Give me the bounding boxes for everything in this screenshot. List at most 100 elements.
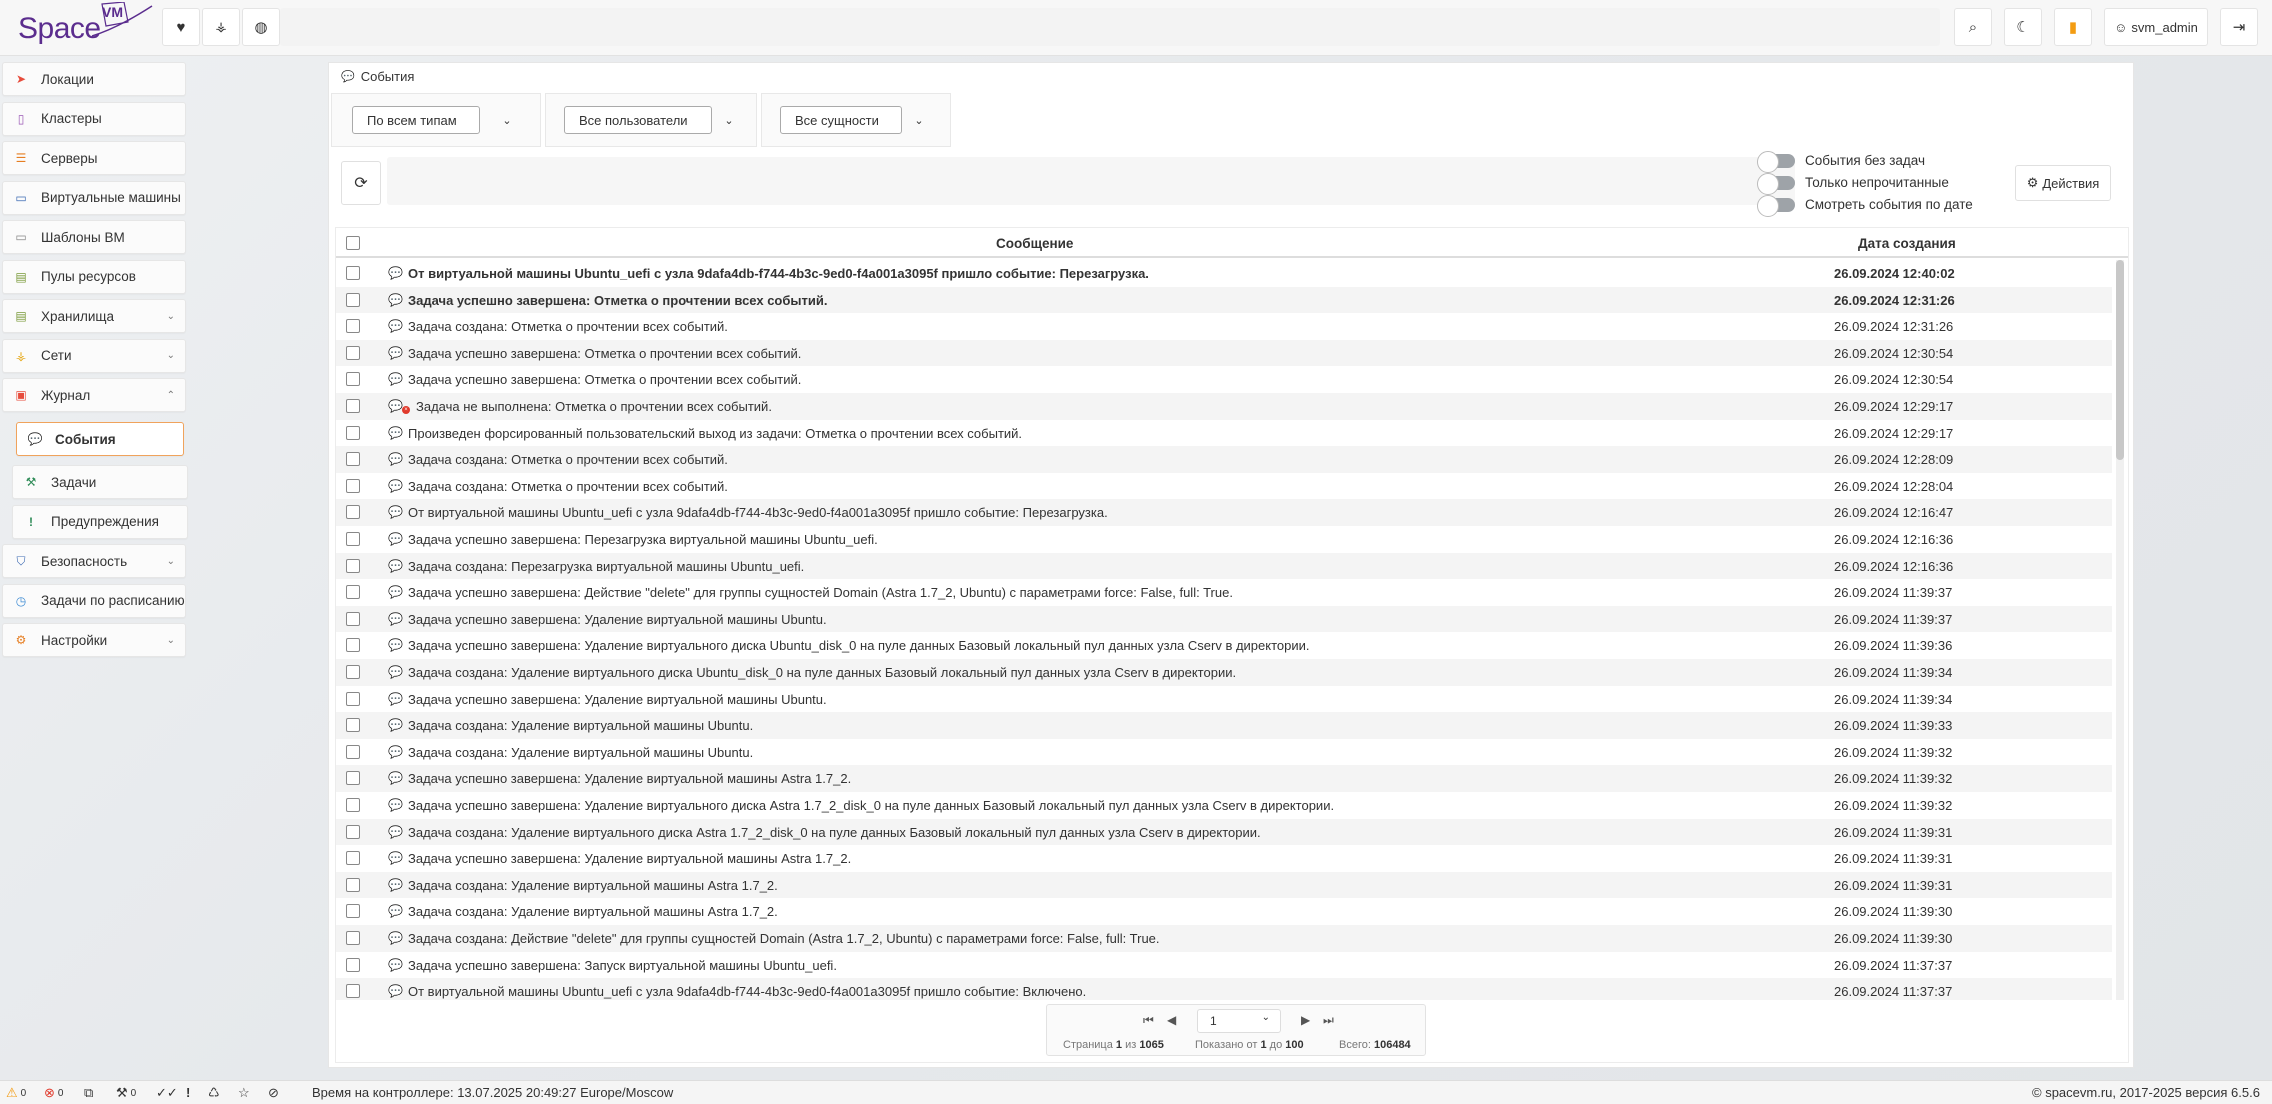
recycle-button[interactable]: ♺ bbox=[208, 1085, 220, 1101]
scrollbar-thumb[interactable] bbox=[2116, 260, 2124, 460]
table-scrollbar[interactable] bbox=[2116, 260, 2124, 1000]
user-menu-button[interactable]: ☺ svm_admin bbox=[2104, 8, 2208, 46]
table-row[interactable]: 💬 От виртуальной машины Ubuntu_uefi с узл… bbox=[336, 499, 2112, 526]
first-page-icon[interactable]: ⏮ bbox=[1143, 1013, 1154, 1028]
event-message[interactable]: Задача создана: Действие "delete" для гр… bbox=[408, 931, 1160, 946]
table-row[interactable]: 💬 Задача успешно завершена: Действие "del… bbox=[336, 579, 2112, 606]
sidebar-item-resource-pools[interactable]: ▤ Пулы ресурсов bbox=[2, 259, 186, 294]
block-button[interactable]: ⊘ bbox=[268, 1085, 279, 1101]
row-checkbox[interactable] bbox=[346, 744, 360, 759]
table-row[interactable]: 💬 Задача создана: Удаление виртуального д… bbox=[336, 818, 2112, 846]
page-select[interactable]: 1 ⌄ bbox=[1197, 1009, 1281, 1033]
table-row[interactable]: 💬 Задача создана: Удаление виртуальной ма… bbox=[336, 712, 2112, 739]
column-header-message[interactable]: Сообщение bbox=[996, 236, 1073, 251]
row-checkbox[interactable] bbox=[346, 638, 360, 653]
event-message[interactable]: Задача успешно завершена: Удаление вирту… bbox=[408, 798, 1334, 813]
row-checkbox[interactable] bbox=[346, 345, 360, 360]
sidebar-item-vm-templates[interactable]: ▭ Шаблоны ВМ bbox=[2, 220, 186, 254]
toggle-switch[interactable] bbox=[1757, 172, 1795, 195]
topology-button[interactable]: ⚶ bbox=[202, 8, 240, 46]
row-checkbox[interactable] bbox=[346, 425, 360, 440]
table-row[interactable]: 💬 Произведен форсированный пользовательск… bbox=[336, 420, 2112, 447]
sidebar-item-vms[interactable]: ▭ Виртуальные машины bbox=[2, 180, 186, 215]
toggle-by-date[interactable]: Смотреть события по дате bbox=[1757, 194, 1973, 217]
event-message[interactable]: Задача создана: Удаление виртуальной маш… bbox=[408, 904, 778, 919]
tasks-indicator[interactable]: ⚒ 0 bbox=[116, 1085, 136, 1101]
table-row[interactable]: 💬 Задача успешно завершена: Удаление вирт… bbox=[336, 792, 2112, 819]
event-message[interactable]: Задача успешно завершена: Отметка о проч… bbox=[408, 372, 801, 387]
event-message[interactable]: Задача создана: Удаление виртуальной маш… bbox=[408, 718, 753, 733]
event-message[interactable]: От виртуальной машины Ubuntu_uefi с узла… bbox=[408, 505, 1108, 520]
sidebar-item-storages[interactable]: ▤ Хранилища ⌄ bbox=[2, 299, 186, 333]
table-row[interactable]: 💬 От виртуальной машины Ubuntu_uefi с узл… bbox=[336, 978, 2112, 1000]
alerts-button[interactable]: ! bbox=[186, 1085, 190, 1100]
sidebar-item-networks[interactable]: ⚶ Сети ⌄ bbox=[2, 338, 186, 373]
select-all-checkbox[interactable] bbox=[346, 236, 360, 250]
sidebar-item-servers[interactable]: ☰ Серверы bbox=[2, 141, 186, 175]
event-message[interactable]: Задача создана: Удаление виртуального ди… bbox=[408, 665, 1236, 680]
row-checkbox[interactable] bbox=[346, 452, 360, 467]
table-row[interactable]: 💬 Задача успешно завершена: Удаление вирт… bbox=[336, 845, 2112, 872]
row-checkbox[interactable] bbox=[346, 931, 360, 945]
event-message[interactable]: Задача успешно завершена: Действие "dele… bbox=[408, 585, 1233, 600]
warnings-indicator[interactable]: ⚠ 0 bbox=[6, 1085, 26, 1101]
table-row[interactable]: 💬 Задача создана: Отметка о прочтении все… bbox=[336, 313, 2112, 340]
row-checkbox[interactable] bbox=[346, 691, 360, 706]
column-header-date[interactable]: Дата создания bbox=[1858, 236, 1956, 251]
entities-filter-select[interactable]: Все сущности bbox=[780, 106, 902, 134]
toggle-switch[interactable] bbox=[1757, 194, 1795, 217]
event-message[interactable]: Задача создана: Удаление виртуальной маш… bbox=[408, 878, 778, 893]
theme-toggle-button[interactable]: ☾ bbox=[2004, 8, 2042, 46]
row-checkbox[interactable] bbox=[346, 904, 360, 919]
sidebar-item-security[interactable]: ⛉ Безопасность ⌄ bbox=[2, 544, 186, 578]
row-checkbox[interactable] bbox=[346, 399, 360, 413]
actions-button[interactable]: ⚙ Действия bbox=[2015, 165, 2111, 201]
table-row[interactable]: 💬 Задача создана: Действие "delete" для г… bbox=[336, 925, 2112, 952]
users-filter-select[interactable]: Все пользователи bbox=[564, 106, 712, 134]
table-row[interactable]: 💬 Задача создана: Удаление виртуальной ма… bbox=[336, 739, 2112, 766]
event-message[interactable]: Задача успешно завершена: Запуск виртуал… bbox=[408, 958, 837, 973]
refresh-button[interactable]: ⟳ bbox=[341, 161, 381, 205]
row-checkbox[interactable] bbox=[346, 957, 360, 972]
errors-indicator[interactable]: ⊗ 0 bbox=[44, 1085, 63, 1101]
event-message[interactable]: От виртуальной машины Ubuntu_uefi с узла… bbox=[408, 266, 1149, 281]
table-row[interactable]: 💬 Задача успешно завершена: Отметка о про… bbox=[336, 339, 2112, 367]
event-message[interactable]: Задача успешно завершена: Удаление вирту… bbox=[408, 771, 851, 786]
toggle-unread-only[interactable]: Только непрочитанные bbox=[1757, 172, 1949, 195]
event-message[interactable]: Задача создана: Удаление виртуальной маш… bbox=[408, 745, 753, 760]
type-filter-toggle[interactable]: ⌄ bbox=[492, 106, 522, 134]
sidebar-item-events[interactable]: 💬 События bbox=[16, 422, 184, 456]
row-checkbox[interactable] bbox=[346, 505, 360, 520]
last-page-icon[interactable]: ⏭ bbox=[1323, 1013, 1334, 1028]
event-message[interactable]: Произведен форсированный пользовательски… bbox=[408, 426, 1022, 441]
sidebar-item-journal[interactable]: ▣ Журнал ⌃ bbox=[2, 378, 186, 412]
table-row[interactable]: 💬 Задача успешно завершена: Перезагрузка … bbox=[336, 526, 2112, 553]
prev-page-icon[interactable]: ◀ bbox=[1167, 1013, 1176, 1027]
toggle-switch[interactable] bbox=[1757, 150, 1795, 173]
sidebar-item-settings[interactable]: ⚙ Настройки ⌄ bbox=[2, 623, 186, 657]
row-checkbox[interactable] bbox=[346, 665, 360, 679]
row-checkbox[interactable] bbox=[346, 611, 360, 626]
event-message[interactable]: Задача создана: Отметка о прочтении всех… bbox=[408, 452, 728, 467]
table-row[interactable]: 💬 Задача успешно завершена: Удаление вирт… bbox=[336, 632, 2112, 659]
table-row[interactable]: 💬 Задача успешно завершена: Удаление вирт… bbox=[336, 686, 2112, 713]
spacevm-logo[interactable]: Space VM bbox=[18, 2, 153, 54]
sidebar-item-locations[interactable]: ➤ Локации bbox=[2, 62, 186, 96]
favorites-button[interactable]: ☆ bbox=[238, 1085, 250, 1101]
copy-button[interactable]: ⧉ bbox=[84, 1085, 93, 1101]
users-filter-toggle[interactable]: ⌄ bbox=[714, 106, 744, 134]
table-row[interactable]: 💬 Задача создана: Удаление виртуальной ма… bbox=[336, 898, 2112, 925]
row-checkbox[interactable] bbox=[346, 771, 360, 786]
row-checkbox[interactable] bbox=[346, 558, 360, 573]
table-row[interactable]: 💬 Задача создана: Отметка о прочтении все… bbox=[336, 446, 2112, 473]
event-message[interactable]: Задача создана: Перезагрузка виртуальной… bbox=[408, 559, 804, 574]
row-checkbox[interactable] bbox=[346, 319, 360, 334]
next-page-icon[interactable]: ▶ bbox=[1301, 1013, 1310, 1027]
row-checkbox[interactable] bbox=[346, 292, 360, 307]
table-row[interactable]: 💬 Задача успешно завершена: Отметка о про… bbox=[336, 286, 2112, 314]
sidebar-item-warnings[interactable]: ! Предупреждения bbox=[12, 504, 188, 539]
row-checkbox[interactable] bbox=[346, 798, 360, 812]
sidebar-item-clusters[interactable]: ▯ Кластеры bbox=[2, 101, 186, 136]
event-message[interactable]: Задача успешно завершена: Удаление вирту… bbox=[408, 638, 1310, 653]
entities-filter-toggle[interactable]: ⌄ bbox=[904, 106, 934, 134]
